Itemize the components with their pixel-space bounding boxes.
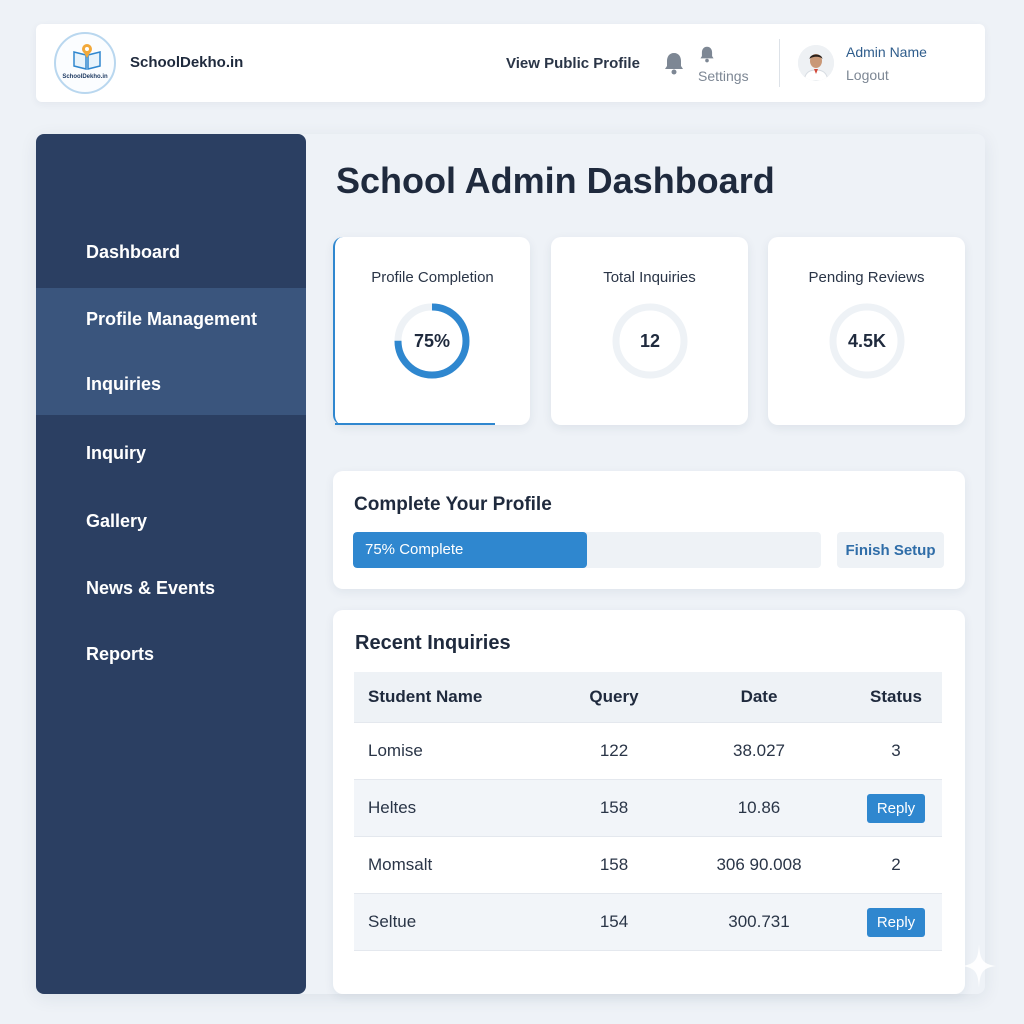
notification-bell-icon[interactable] — [663, 51, 685, 75]
stat-value: 4.5K — [847, 330, 887, 351]
recent-inquiries-card: Recent Inquiries Student Name Query Date… — [333, 610, 965, 994]
status-cell: Reply — [852, 780, 940, 836]
table-row[interactable]: Momsalt 158 306 90.008 2 — [354, 837, 942, 894]
date-cell: 306 90.008 — [716, 855, 802, 874]
sidebar-item-news-events[interactable]: News & Events — [36, 578, 306, 599]
stat-label: Pending Reviews — [808, 269, 925, 286]
brand-name[interactable]: SchoolDekho.in — [130, 54, 243, 71]
sidebar-item-gallery[interactable]: Gallery — [36, 511, 306, 532]
settings-bell-icon[interactable] — [699, 45, 715, 63]
student-name-cell: Momsalt — [368, 855, 433, 874]
complete-profile-title: Complete Your Profile — [354, 494, 552, 515]
sidebar: Dashboard Profile Management Inquiries I… — [36, 134, 306, 994]
student-name-cell: Heltes — [368, 798, 417, 817]
recent-inquiries-title: Recent Inquiries — [355, 632, 511, 654]
column-header-status[interactable]: Status — [852, 672, 940, 722]
status-cell: 3 — [891, 741, 901, 760]
column-header-student-name[interactable]: Student Name — [368, 672, 482, 722]
stat-ring: 4.5K — [828, 302, 906, 380]
sidebar-item-profile-management[interactable]: Profile Management — [36, 309, 306, 330]
profile-progress-fill: 75% Complete — [353, 532, 587, 568]
stat-label: Total Inquiries — [603, 269, 696, 286]
reply-button[interactable]: Reply — [866, 907, 926, 937]
school-logo[interactable]: SchoolDekho.in — [54, 32, 116, 94]
person-icon — [798, 45, 834, 81]
view-public-profile-link[interactable]: View Public Profile — [506, 55, 640, 72]
progress-text: 75% Complete — [365, 541, 464, 558]
date-cell: 38.027 — [733, 741, 785, 760]
book-pin-icon — [73, 44, 101, 70]
stat-label: Profile Completion — [371, 269, 494, 286]
sidebar-item-inquiries[interactable]: Inquiries — [36, 374, 306, 395]
column-header-query[interactable]: Query — [544, 672, 684, 722]
table-header-row: Student Name Query Date Status — [354, 672, 942, 723]
top-header: SchoolDekho.in SchoolDekho.in View Publi… — [36, 24, 985, 102]
table-row[interactable]: Seltue 154 300.731 Reply — [354, 894, 942, 951]
inquiries-table: Student Name Query Date Status Lomise 12… — [354, 672, 942, 951]
sidebar-item-reports[interactable]: Reports — [36, 644, 306, 665]
query-cell: 158 — [599, 855, 629, 874]
stat-card-profile-completion[interactable]: Profile Completion 75% — [333, 237, 530, 425]
stat-value: 75% — [413, 330, 451, 351]
query-cell: 154 — [599, 912, 629, 931]
student-name-cell: Lomise — [368, 741, 423, 760]
column-header-date[interactable]: Date — [684, 672, 834, 722]
stat-card-total-inquiries[interactable]: Total Inquiries 12 — [551, 237, 748, 425]
card-accent-underline — [335, 423, 495, 425]
profile-progress-bar: 75% Complete — [353, 532, 821, 568]
status-cell: Reply — [852, 894, 940, 950]
sidebar-item-dashboard[interactable]: Dashboard — [36, 242, 306, 263]
date-cell: 300.731 — [728, 912, 790, 931]
finish-setup-button[interactable]: Finish Setup — [837, 532, 944, 568]
complete-profile-card: Complete Your Profile 75% Complete Finis… — [333, 471, 965, 589]
sparkle-icon — [962, 944, 996, 988]
reply-button[interactable]: Reply — [866, 793, 926, 823]
sidebar-active-highlight — [36, 288, 306, 415]
logo-text: SchoolDekho.in — [62, 74, 108, 80]
admin-name[interactable]: Admin Name — [846, 44, 927, 60]
table-row[interactable]: Heltes 158 10.86 Reply — [354, 780, 942, 837]
progress-ring: 75% — [393, 302, 471, 380]
date-cell: 10.86 — [737, 798, 781, 817]
logout-link[interactable]: Logout — [846, 67, 889, 83]
stat-card-pending-reviews[interactable]: Pending Reviews 4.5K — [768, 237, 965, 425]
stat-ring: 12 — [611, 302, 689, 380]
query-cell: 122 — [599, 741, 629, 760]
student-name-cell: Seltue — [368, 912, 417, 931]
stat-value: 12 — [639, 330, 661, 351]
query-cell: 158 — [599, 798, 629, 817]
user-avatar[interactable] — [798, 45, 834, 81]
page-title: School Admin Dashboard — [336, 160, 775, 201]
table-row[interactable]: Lomise 122 38.027 3 — [354, 723, 942, 780]
sidebar-item-inquiry[interactable]: Inquiry — [36, 443, 306, 464]
status-cell: 2 — [891, 855, 901, 874]
settings-link[interactable]: Settings — [698, 68, 749, 84]
header-divider — [779, 39, 780, 87]
